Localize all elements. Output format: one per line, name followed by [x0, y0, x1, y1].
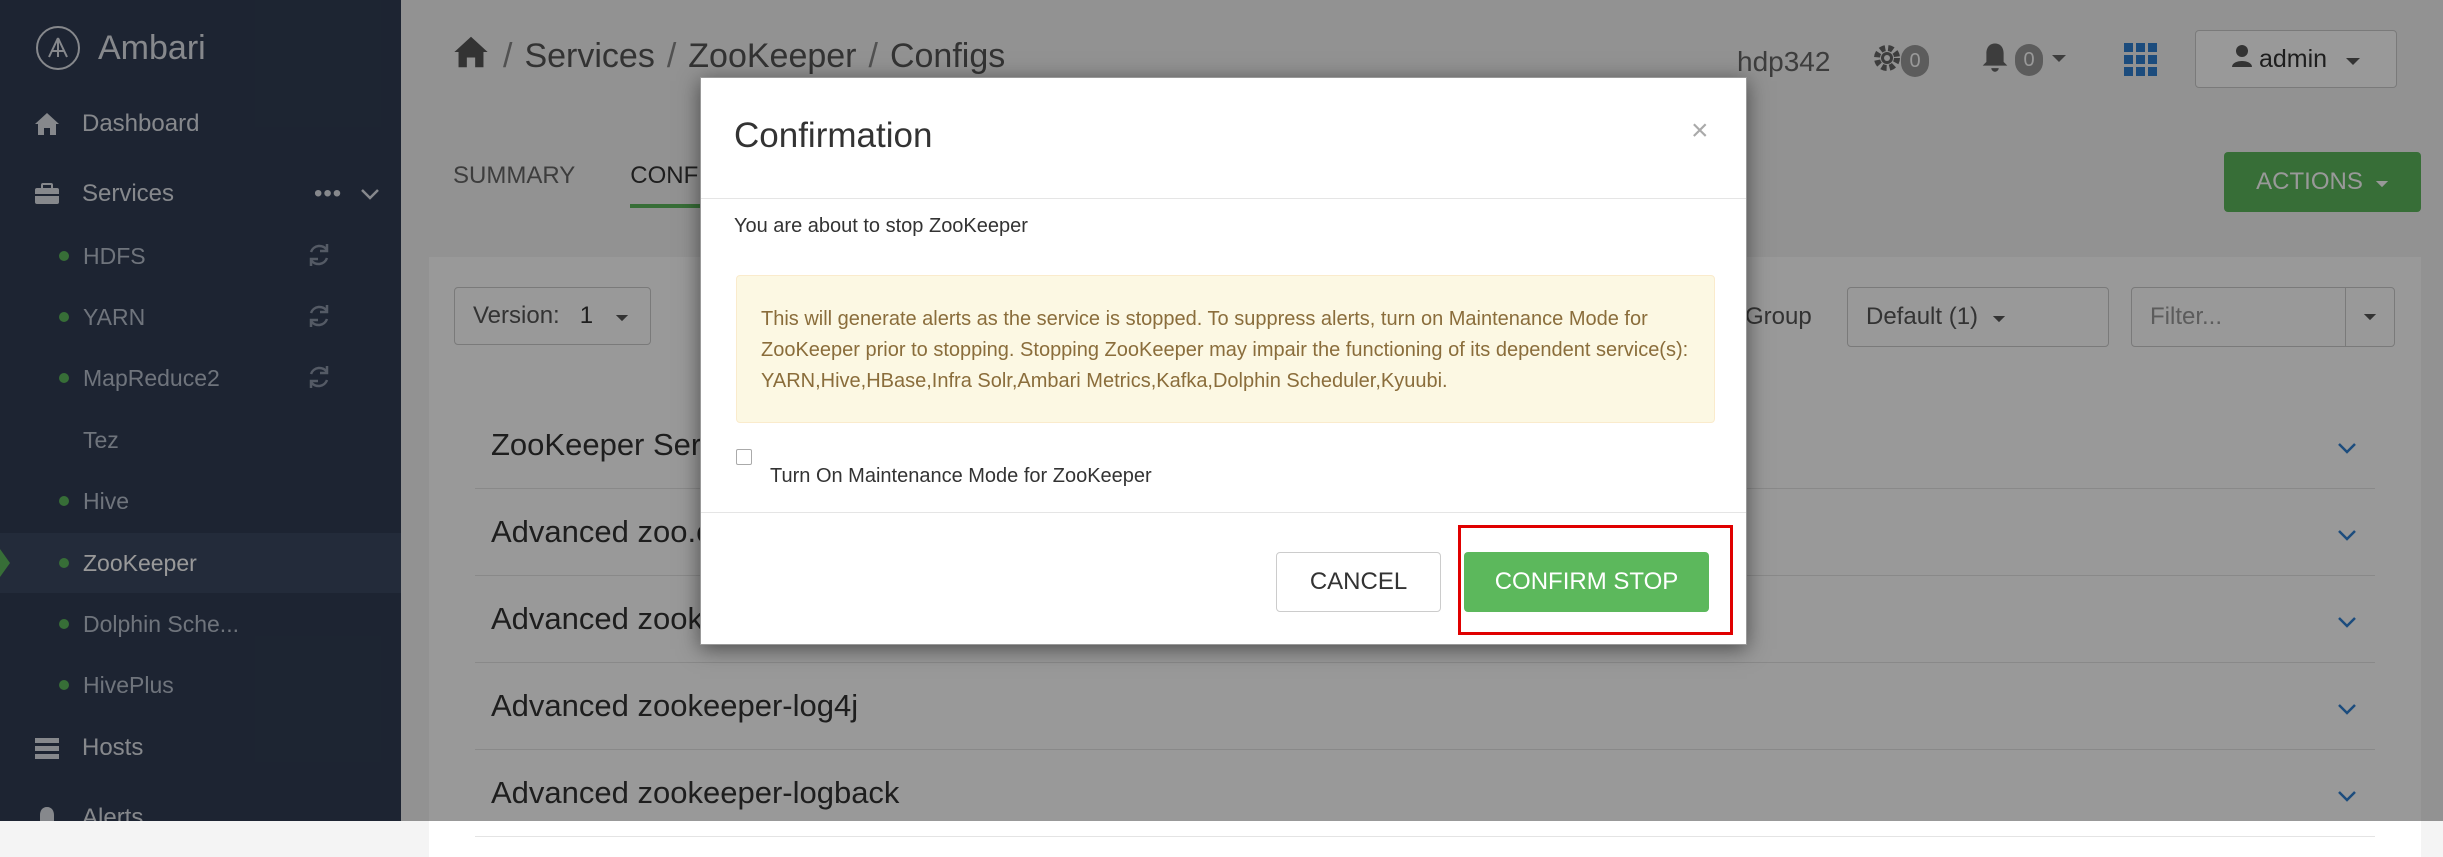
maintenance-mode-label[interactable]: Turn On Maintenance Mode for ZooKeeper: [770, 465, 1152, 488]
modal-message: You are about to stop ZooKeeper: [734, 215, 1028, 237]
highlight-box: [1458, 525, 1733, 635]
divider: [701, 512, 1746, 513]
modal-title: Confirmation: [734, 116, 933, 155]
cancel-button[interactable]: CANCEL: [1276, 552, 1441, 612]
maintenance-mode-row[interactable]: Turn On Maintenance Mode for ZooKeeper: [736, 449, 1152, 488]
close-icon[interactable]: ×: [1691, 114, 1709, 148]
maintenance-mode-checkbox[interactable]: [736, 449, 752, 465]
warning-alert: This will generate alerts as the service…: [736, 275, 1715, 423]
divider: [701, 198, 1746, 199]
